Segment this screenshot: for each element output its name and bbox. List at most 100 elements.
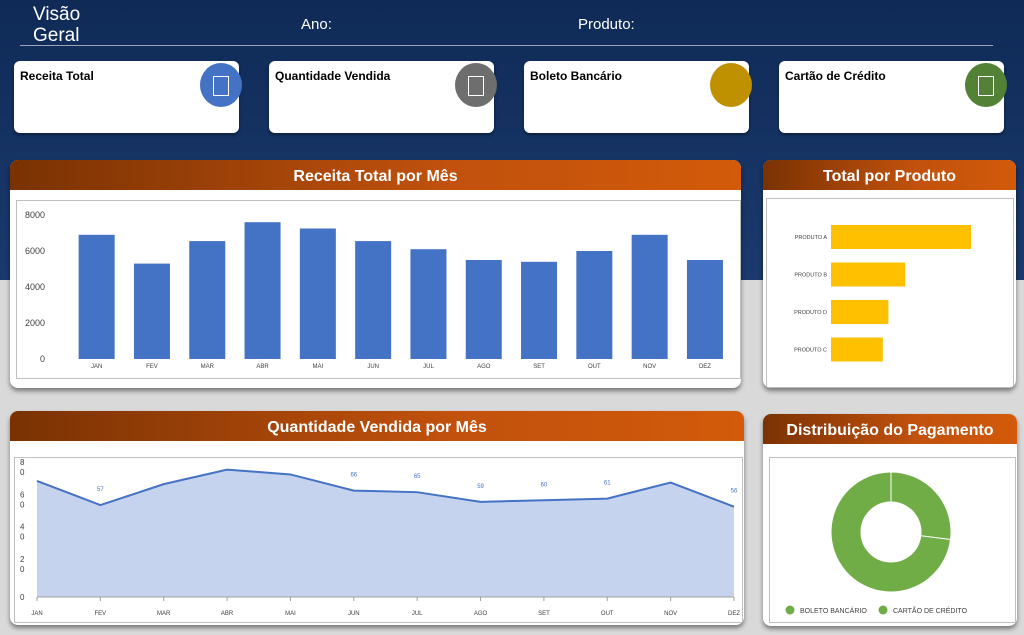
x-tick-label: DEZ (728, 611, 740, 617)
kpi-card-quantity[interactable]: Quantidade Vendida (269, 61, 497, 133)
year-filter-label[interactable]: Ano: (301, 16, 332, 33)
legend-label: BOLETO BANCÁRIO (800, 606, 867, 615)
payment-chart: BOLETO BANCÁRIO CARTÃO DE CRÉDITO (785, 471, 968, 615)
bar (831, 262, 906, 287)
x-tick-label: NOV (643, 364, 656, 370)
y-tick-label: 2000 (25, 318, 45, 328)
pie-slice (890, 471, 952, 541)
payment-panel: Distribuição do Pagamento BOLETO BANCÁRI… (763, 414, 1017, 626)
x-tick-label: JAN (91, 364, 102, 370)
revenue-panel-title: Receita Total por Mês (10, 160, 741, 190)
y-tick-label: PRODUTO C (794, 348, 827, 354)
x-tick-label: SET (538, 611, 550, 617)
data-label: 66 (350, 473, 357, 479)
kpi-card-boleto[interactable]: Boleto Bancário (524, 61, 752, 133)
bar (133, 263, 170, 359)
y-tick-label: PRODUTO B (794, 273, 827, 279)
y-tick-label: 0 (20, 468, 25, 477)
x-tick-label: JUN (367, 364, 379, 370)
x-tick-label: FEV (95, 611, 107, 617)
data-label: 56 (731, 489, 738, 495)
kpi-card-revenue[interactable]: Receita Total (14, 61, 242, 133)
x-tick-label: AGO (477, 364, 491, 370)
data-label: 57 (97, 487, 104, 493)
revenue-plot-area: 0 2000 4000 6000 8000 JAN FEV MAR ABR MAI JUN JUL AG… (16, 200, 741, 379)
y-tick-label: 6 (20, 490, 25, 499)
x-tick-label: MAR (201, 364, 215, 370)
payment-plot-area: BOLETO BANCÁRIO CARTÃO DE CRÉDITO (769, 457, 1016, 623)
quantity-chart: 020406080JAN FEV57MAR ABR MAI JUN66JUL65AGO5… (20, 458, 740, 617)
y-tick-label: 8000 (25, 210, 45, 220)
bar (576, 251, 613, 359)
x-tick-label: AGO (474, 611, 488, 617)
bar (831, 300, 889, 324)
x-tick-label: JUL (412, 611, 423, 617)
legend-label: CARTÃO DE CRÉDITO (893, 606, 968, 615)
bar (631, 234, 668, 359)
bar (189, 241, 226, 359)
bar (355, 241, 392, 359)
y-tick-label: 6000 (25, 246, 45, 256)
y-tick-label: PRODUTO D (794, 310, 827, 316)
product-panel: Total por Produto PRODUTO A PRODUTO B PROD… (763, 160, 1016, 388)
bar (831, 337, 883, 362)
product-plot-area: PRODUTO A PRODUTO B PRODUTO D PRODUTO C (766, 198, 1014, 388)
revenue-chart: 0 2000 4000 6000 8000 JAN FEV MAR ABR MAI JUN JUL AG… (25, 210, 723, 370)
y-tick-label: 2 (20, 555, 25, 564)
data-label: 61 (604, 481, 611, 487)
y-tick-label: 0 (20, 533, 25, 542)
bar (410, 249, 447, 359)
x-tick-label: MAI (313, 364, 324, 370)
y-tick-label: 4000 (25, 282, 45, 292)
x-tick-label: NOV (664, 611, 677, 617)
kpi-label: Quantidade Vendida (275, 69, 391, 83)
quantity-panel-title: Quantidade Vendida por Mês (10, 411, 744, 441)
x-tick-label: MAR (157, 611, 171, 617)
bar (831, 225, 971, 249)
x-tick-label: ABR (221, 611, 234, 617)
x-tick-label: FEV (146, 364, 158, 370)
payment-panel-title: Distribuição do Pagamento (763, 414, 1017, 444)
bar (244, 222, 281, 359)
document-icon (200, 63, 242, 107)
x-tick-label: ABR (256, 364, 269, 370)
bar (686, 260, 723, 359)
y-tick-label: 0 (20, 500, 25, 509)
x-tick-label: SET (533, 364, 545, 370)
x-tick-label: JUN (348, 611, 360, 617)
bar (299, 228, 336, 359)
product-panel-title: Total por Produto (763, 160, 1016, 190)
bar (465, 260, 502, 359)
kpi-label: Cartão de Crédito (785, 69, 886, 83)
legend-marker (878, 605, 888, 615)
quantity-panel: Quantidade Vendida por Mês 0 2 0 4 0 6 0 8 0 JAN F… (10, 411, 744, 625)
data-label: 59 (477, 484, 484, 490)
y-tick-label: PRODUTO A (795, 235, 828, 241)
quantity-plot-area: 0 2 0 4 0 6 0 8 0 JAN FEV 57 MAR ABR MAI JUN 66 JUL 65 AGO 5… (14, 457, 743, 623)
data-label: 60 (541, 482, 548, 488)
kpi-card-credit-card[interactable]: Cartão de Crédito (779, 61, 1007, 133)
x-tick-label: OUT (588, 364, 601, 370)
y-tick-label: 4 (20, 523, 25, 532)
legend-marker (785, 605, 795, 615)
bar (78, 234, 115, 359)
header-divider (20, 45, 993, 46)
x-tick-label: JAN (31, 611, 42, 617)
product-filter-label[interactable]: Produto: (578, 16, 635, 33)
revenue-panel: Receita Total por Mês 0 2000 4000 6000 8000 J… (10, 160, 741, 388)
x-tick-label: OUT (601, 611, 614, 617)
page-title: Visão Geral (33, 4, 81, 46)
product-chart: PRODUTO A PRODUTO B PRODUTO D PRODUTO C (794, 225, 971, 362)
bar (521, 261, 558, 359)
y-tick-label: 8 (20, 458, 25, 467)
data-label: 65 (414, 474, 421, 480)
document-icon (965, 63, 1007, 107)
kpi-label: Boleto Bancário (530, 69, 623, 83)
x-tick-label: JUL (423, 364, 434, 370)
x-tick-label: MAI (285, 611, 296, 617)
y-tick-label: 0 (20, 565, 25, 574)
area-fill (37, 469, 734, 597)
document-icon (710, 63, 752, 107)
x-tick-label: DEZ (699, 364, 711, 370)
y-tick-label: 0 (40, 354, 45, 364)
